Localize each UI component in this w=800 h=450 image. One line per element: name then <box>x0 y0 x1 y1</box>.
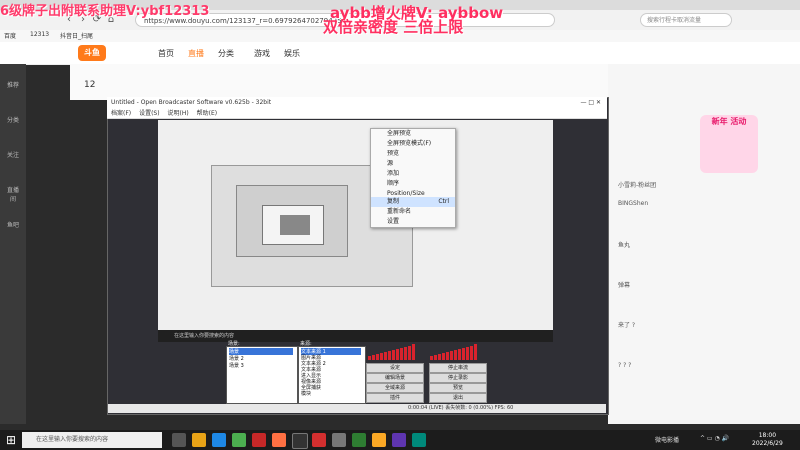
sidebar-item[interactable]: 鱼吧 <box>5 220 21 229</box>
context-menu-item[interactable]: 预览 <box>371 149 455 159</box>
audio-mixer[interactable] <box>366 342 486 360</box>
overlay-text: 6级牌子出附联系助理V:ybf12313 <box>0 4 210 19</box>
bookmark-item[interactable]: 12313 <box>30 31 49 38</box>
promo-banner[interactable]: 新年 活动 <box>700 115 758 173</box>
obs-icon[interactable] <box>292 433 308 449</box>
context-menu-item[interactable]: 添加 <box>371 169 455 179</box>
obs-menu-bar: 档案(F) 设置(S) 说明(H) 帮助(E) <box>107 109 607 119</box>
chat-line: BINGShen <box>618 200 649 207</box>
sidebar-item[interactable]: 分类 <box>5 115 21 124</box>
windows-start-icon[interactable]: ⊞ <box>4 433 18 447</box>
window-controls-icon[interactable]: — □ ✕ <box>580 97 601 109</box>
app-icon[interactable] <box>372 433 386 447</box>
app-icon[interactable] <box>252 433 266 447</box>
taskbar-clock[interactable]: 18:00 2022/6/29 <box>752 432 783 448</box>
menu-item[interactable]: 帮助(E) <box>191 110 217 117</box>
nav-item[interactable]: 首页 <box>158 48 174 59</box>
context-menu-item[interactable]: 全屏预览模式(F) <box>371 139 455 149</box>
nav-item[interactable]: 直播 <box>188 48 204 59</box>
chat-line: 鱼丸 <box>618 242 631 249</box>
context-menu-item-highlighted[interactable]: 复制 Ctrl <box>371 197 455 207</box>
context-menu-item[interactable]: 全屏预览 <box>371 129 455 139</box>
clock-date: 2022/6/29 <box>752 440 783 447</box>
nav-item[interactable]: 娱乐 <box>284 48 300 59</box>
scene-item[interactable]: 场景 3 <box>229 362 244 369</box>
task-view-icon[interactable] <box>172 433 186 447</box>
context-menu-item[interactable]: 源 <box>371 159 455 169</box>
bookmark-item[interactable]: 抖音日_扫尾 <box>60 31 93 40</box>
browser-icon[interactable] <box>232 433 246 447</box>
chat-line: ? ? ? <box>618 362 632 369</box>
captured-taskbar: 在这里输入你要搜索的内容 <box>158 330 553 342</box>
context-menu-item[interactable]: 顺序 <box>371 179 455 189</box>
taskbar-search-field[interactable]: 在这里输入你要搜索的内容 <box>22 432 162 448</box>
source-item[interactable]: 模块 <box>301 390 311 397</box>
nav-item[interactable]: 分类 <box>218 48 234 59</box>
app-icon[interactable] <box>312 433 326 447</box>
sources-list[interactable]: 文本来源 1 图片来源 文本来源 2 文本来源 进入显示 视像来源 全屏捕获 模… <box>298 346 366 404</box>
scene-item[interactable]: 场景 <box>229 348 293 355</box>
preview-button[interactable]: 预览 <box>429 383 487 393</box>
sidebar-item[interactable]: 推荐 <box>5 80 21 89</box>
scene-item[interactable]: 场景 2 <box>229 355 244 362</box>
douyu-logo[interactable]: 斗鱼 <box>78 45 106 61</box>
obs-status-text: 0:00:04 (LIVE) 丢失帧数: 0 (0.00%) FPS: 60 <box>408 405 514 411</box>
app-icon[interactable] <box>392 433 406 447</box>
context-menu: 全屏预览 全屏预览模式(F) 预览 源 添加 顺序 Position/Size … <box>370 128 456 228</box>
sidebar-item[interactable]: 直播间 <box>5 185 21 203</box>
exit-button[interactable]: 退出 <box>429 393 487 403</box>
room-header <box>70 64 610 100</box>
weather-label[interactable]: 微电影播 <box>655 435 679 444</box>
obs-status-bar: 0:00:04 (LIVE) 丢失帧数: 0 (0.00%) FPS: 60 <box>108 404 606 413</box>
edit-scene-button[interactable]: 编辑场景 <box>366 373 424 383</box>
file-explorer-icon[interactable] <box>192 433 206 447</box>
tray-icons[interactable]: ^ ▭ ◔ 🔊 <box>700 435 729 442</box>
clock-time: 18:00 <box>758 432 777 439</box>
browser-search-field[interactable]: 搜索行程卡取消流量 <box>640 13 732 27</box>
menu-item[interactable]: 设置(S) <box>133 110 160 117</box>
stop-stream-button[interactable]: 停止串流 <box>429 363 487 373</box>
room-number: 12 <box>84 80 96 90</box>
context-menu-item[interactable]: 设置 <box>371 217 455 227</box>
bookmark-item[interactable]: 百度 <box>4 31 16 40</box>
edge-icon[interactable] <box>212 433 226 447</box>
global-sources-button[interactable]: 全域来源 <box>366 383 424 393</box>
overlay-text: 双倍亲密度 三倍上限 <box>323 18 464 36</box>
app-icon[interactable] <box>332 433 346 447</box>
settings-button[interactable]: 设定 <box>366 363 424 373</box>
nav-item[interactable]: 游戏 <box>254 48 270 59</box>
obs-title: Untitled - Open Broadcaster Software v0.… <box>111 99 272 106</box>
context-menu-shortcut: Ctrl <box>438 198 449 205</box>
captured-search-text: 在这里输入你要搜索的内容 <box>174 333 235 339</box>
menu-item[interactable]: 说明(H) <box>161 110 188 117</box>
plugins-button[interactable]: 插件 <box>366 393 424 403</box>
app-icon[interactable] <box>412 433 426 447</box>
context-menu-item-label: 复制 <box>387 198 400 205</box>
chat-line: 弹幕 <box>618 282 631 289</box>
stop-recording-button[interactable]: 停止录影 <box>429 373 487 383</box>
menu-item[interactable]: 档案(F) <box>107 110 131 117</box>
site-header <box>0 42 800 65</box>
recursive-capture <box>280 215 310 235</box>
app-icon[interactable] <box>352 433 366 447</box>
chat-line: 小雪莉-粉丝团 <box>618 182 657 189</box>
scenes-list[interactable]: 场景 场景 2 场景 3 <box>226 346 298 404</box>
chat-line: 来了 ? <box>618 322 636 329</box>
sidebar-item[interactable]: 关注 <box>5 150 21 159</box>
obs-title-bar: Untitled - Open Broadcaster Software v0.… <box>107 97 607 109</box>
app-icon[interactable] <box>272 433 286 447</box>
context-menu-item[interactable]: 重新命名 <box>371 207 455 217</box>
